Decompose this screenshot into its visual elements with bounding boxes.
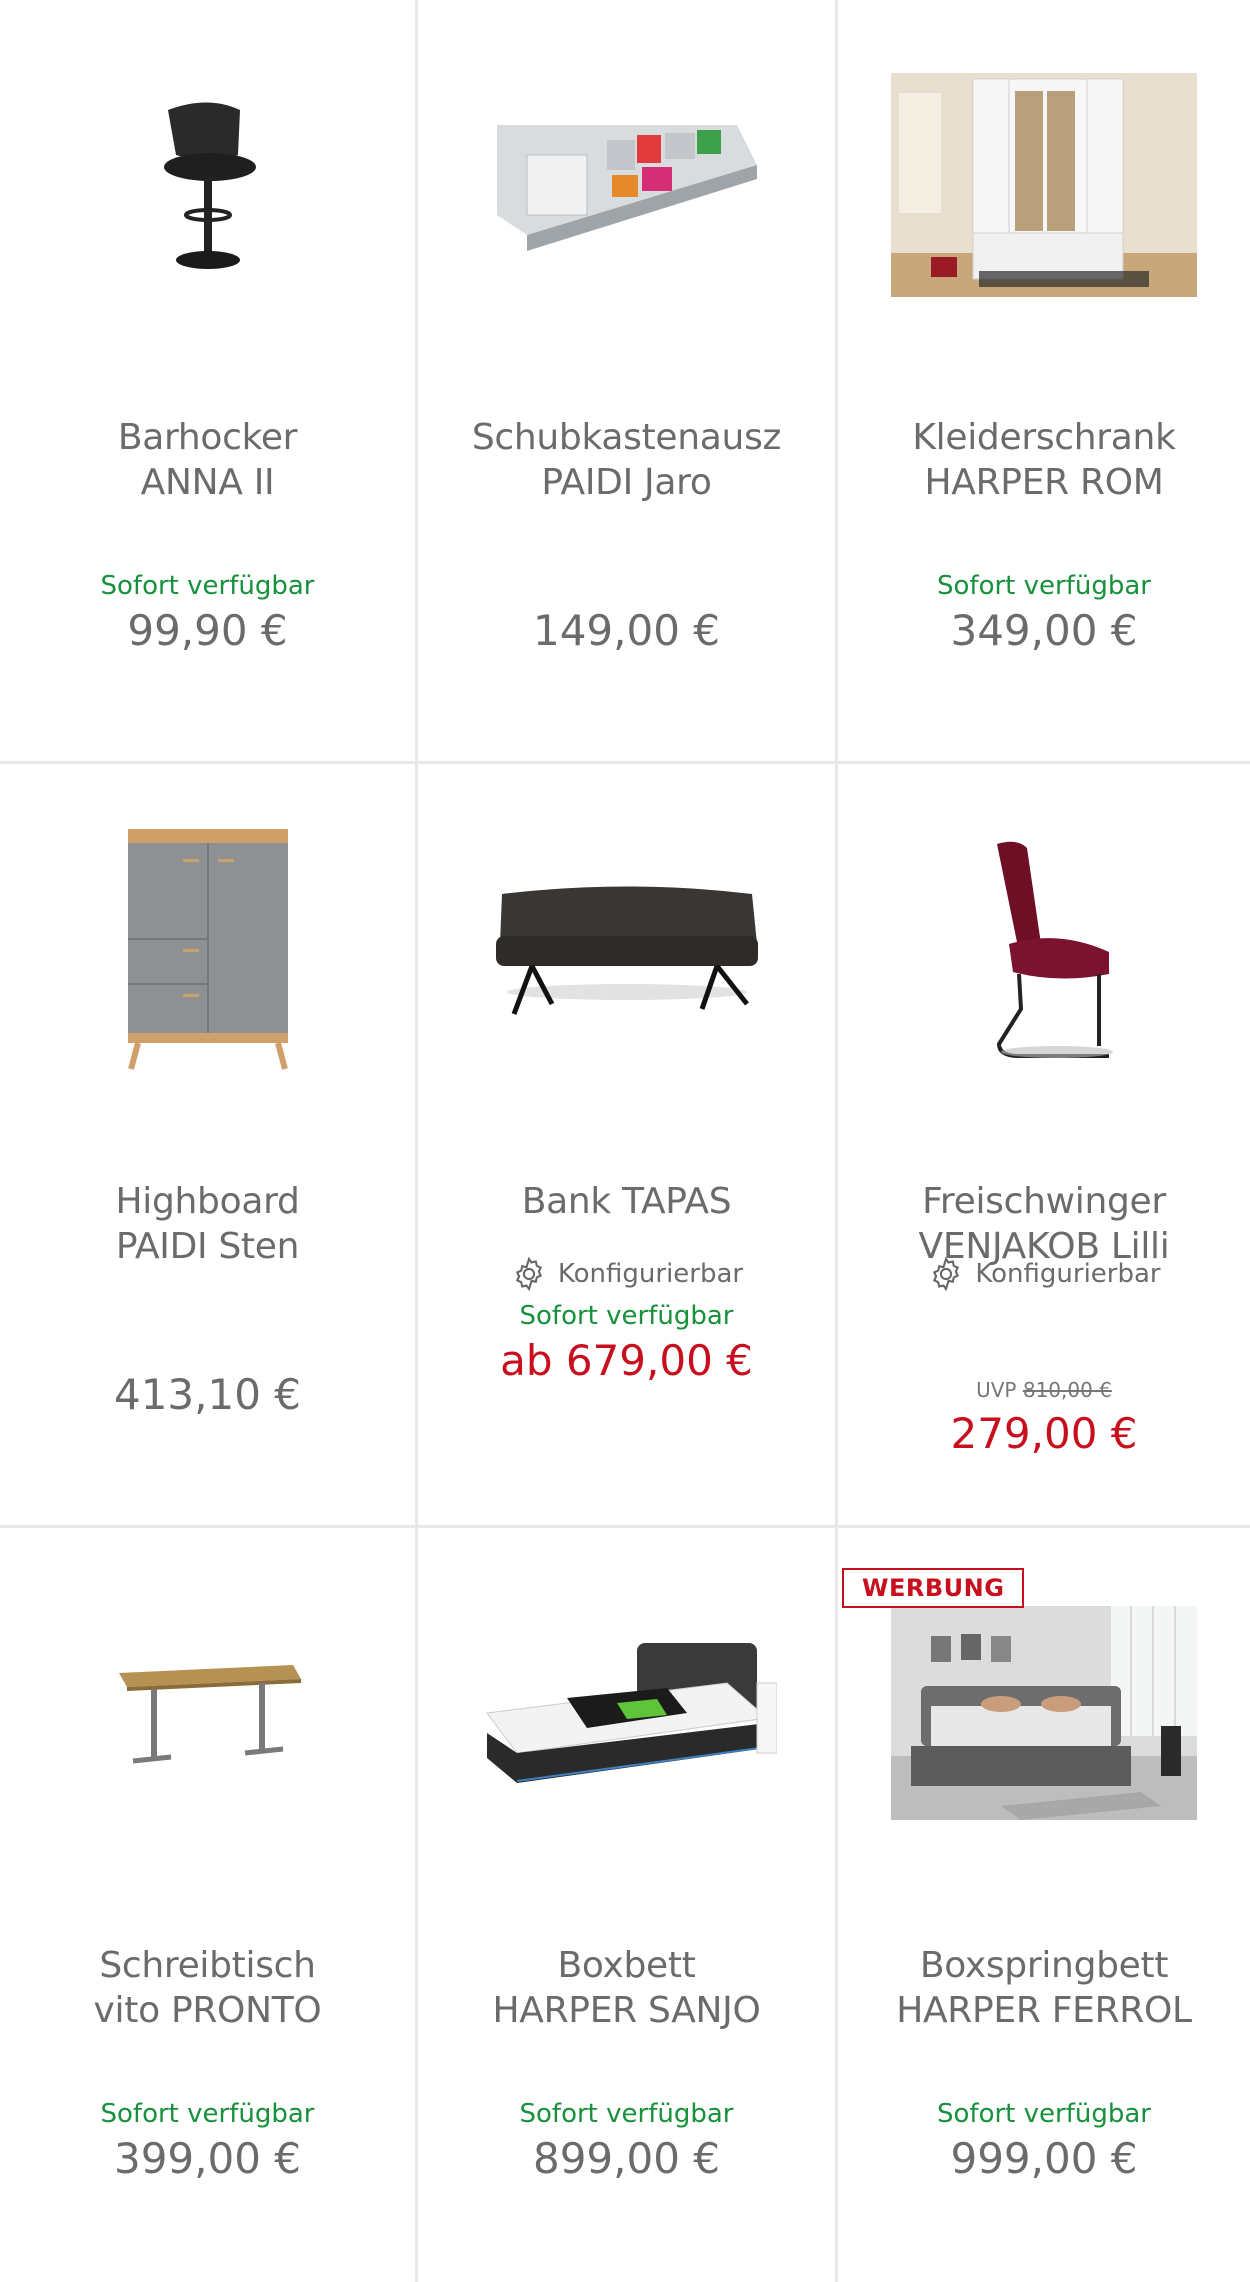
product-title[interactable]: Highboard PAIDI Sten	[10, 1179, 405, 1269]
product-card[interactable]: Boxbett HARPER SANJO Sofort verfügbar 89…	[418, 1528, 838, 2282]
product-card[interactable]: Schreibtisch vito PRONTO Sofort verfügba…	[0, 1528, 418, 2282]
product-price: 413,10 €	[113, 1370, 302, 1419]
availability-status: Sofort verfügbar	[100, 2099, 315, 2129]
product-image[interactable]	[838, 784, 1250, 1114]
product-title[interactable]: Schubkastenausz PAIDI Jaro	[428, 415, 825, 505]
availability-status: Sofort verfügbar	[937, 2099, 1151, 2129]
product-card[interactable]: Barhocker ANNA II Sofort verfügbar 99,90…	[0, 0, 418, 764]
availability-status: Sofort verfügbar	[937, 571, 1151, 601]
product-image[interactable]	[418, 20, 835, 350]
bench-image	[495, 886, 758, 1015]
ad-badge: WERBUNG	[842, 1568, 1025, 1608]
availability-status: Sofort verfügbar	[519, 1301, 734, 1331]
cantilever-chair-image	[996, 841, 1113, 1058]
product-title[interactable]: Kleiderschrank HARPER ROM	[848, 415, 1240, 505]
product-price: ab 679,00 €	[500, 1336, 753, 1385]
product-price: 99,90 €	[127, 606, 288, 655]
configurable-indicator: Konfigurierbar	[838, 1255, 1250, 1293]
product-price: 149,00 €	[532, 606, 721, 655]
product-card[interactable]: WERBUNG Boxspringbett HARPER FERROL Sofo…	[838, 1528, 1250, 2282]
availability-status: Sofort verfügbar	[100, 571, 315, 601]
product-price: 399,00 €	[113, 2134, 302, 2183]
product-price: 899,00 €	[532, 2134, 721, 2183]
bar-stool-image	[163, 102, 256, 269]
product-card[interactable]: Bank TAPAS Konfigurierbar Sofort verfügb…	[418, 764, 838, 1528]
product-title[interactable]: Schreibtisch vito PRONTO	[10, 1943, 405, 2033]
product-image[interactable]	[838, 20, 1250, 350]
product-image[interactable]	[418, 1548, 835, 1878]
product-image[interactable]	[418, 784, 835, 1114]
wardrobe-image	[891, 73, 1197, 297]
box-bed-image	[485, 1643, 777, 1783]
product-image[interactable]	[0, 20, 415, 350]
gear-icon	[933, 1256, 960, 1292]
product-title[interactable]: Barhocker ANNA II	[10, 415, 405, 505]
highboard-image	[127, 829, 288, 1070]
product-title[interactable]: Boxbett HARPER SANJO	[428, 1943, 825, 2033]
product-title[interactable]: Boxspringbett HARPER FERROL	[848, 1943, 1240, 2033]
product-price: 999,00 €	[950, 2134, 1138, 2183]
product-image[interactable]	[0, 1548, 415, 1878]
product-price: 349,00 €	[950, 606, 1138, 655]
product-title[interactable]: Bank TAPAS	[428, 1179, 825, 1224]
product-card[interactable]: Schubkastenausz PAIDI Jaro 149,00 €	[418, 0, 838, 764]
gear-icon	[515, 1256, 542, 1292]
product-price: 279,00 €	[950, 1409, 1138, 1458]
product-card[interactable]: Highboard PAIDI Sten 413,10 €	[0, 764, 418, 1528]
uvp-price: UVP 810,00 €	[976, 1378, 1112, 1402]
boxspring-bed-room-image	[891, 1606, 1197, 1820]
product-image[interactable]	[0, 784, 415, 1114]
availability-status: Sofort verfügbar	[519, 2099, 734, 2129]
configurable-indicator: Konfigurierbar	[418, 1255, 835, 1293]
product-grid: Barhocker ANNA II Sofort verfügbar 99,90…	[0, 0, 1250, 2282]
product-card[interactable]: Freischwinger VENJAKOB Lilli Konfigurier…	[838, 764, 1250, 1528]
drawer-organizer-image	[496, 125, 757, 251]
desk-image	[118, 1665, 301, 1764]
product-card[interactable]: Kleiderschrank HARPER ROM Sofort verfügb…	[838, 0, 1250, 764]
